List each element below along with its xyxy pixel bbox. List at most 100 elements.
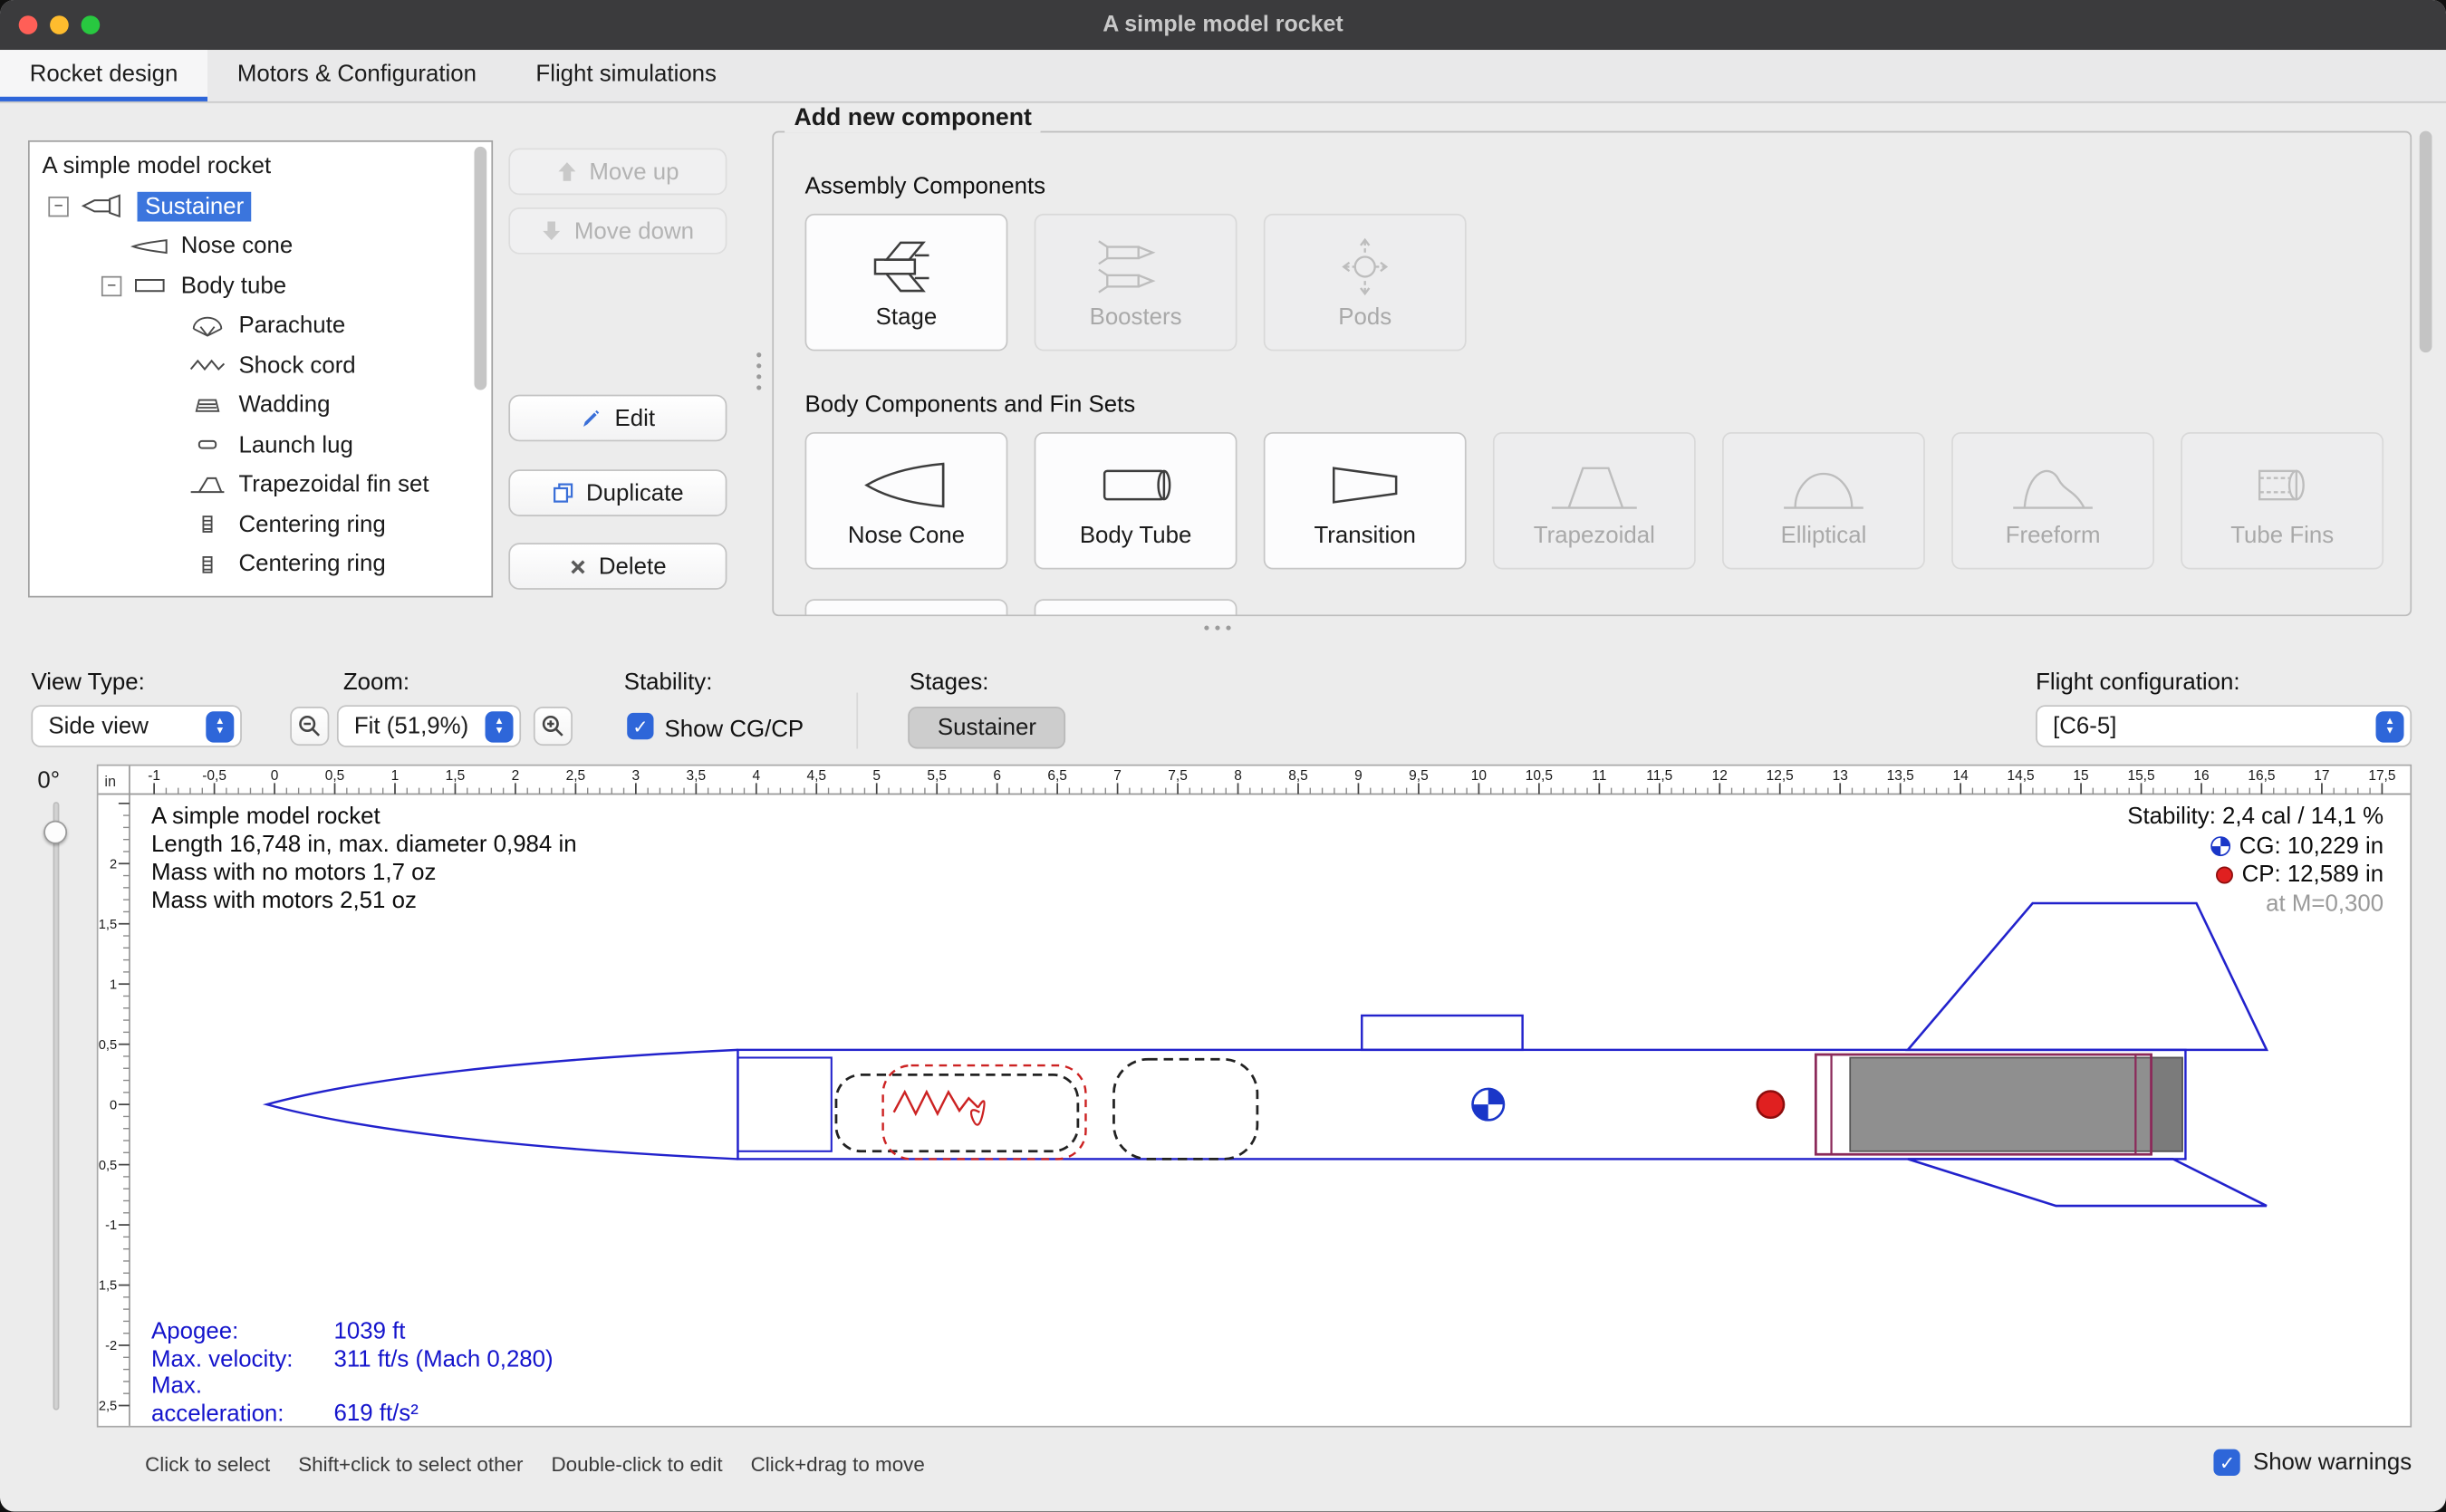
add-freeform-button: Freeform [1951,432,2154,570]
move-up-button: Move up [508,149,727,196]
minimize-button[interactable] [50,15,69,34]
delete-button[interactable]: Delete [508,543,727,590]
launch-lug-outline[interactable] [1362,1016,1522,1050]
add-pods-button: Pods [1264,214,1467,352]
add-nose-cone-button[interactable]: Nose Cone [805,432,1008,570]
rocket-view-canvas[interactable]: in-1-0,500,511,522,533,544,555,566,577,5… [97,765,2412,1428]
tree-scrollbar[interactable] [474,147,486,390]
show-warnings-checkbox[interactable]: ✓ [2214,1449,2240,1476]
motor[interactable] [1850,1057,2182,1151]
view-type-select[interactable]: Side view ▲▼ [31,705,241,746]
shock-cord-coil [971,1101,985,1124]
x-icon [569,558,586,575]
card-row: StageBoostersPods [805,214,1467,352]
duplicate-button[interactable]: Duplicate [508,469,727,516]
rocket-name: A simple model rocket [151,804,577,832]
stage-toggle-sustainer[interactable]: Sustainer [908,707,1066,748]
svg-text:-1,5: -1,5 [98,1279,117,1294]
tree-item-a-simple-model-rocket[interactable]: A simple model rocket [30,147,492,187]
add-body-tube-button[interactable]: Body Tube [1035,432,1237,570]
magnifier-minus-icon [298,715,322,738]
zoom-button[interactable] [82,15,101,34]
show-cgcp-checkbox[interactable]: ✓ [627,713,653,739]
tree-item-sustainer[interactable]: −Sustainer [30,187,492,226]
tab-rocket-design[interactable]: Rocket design [0,50,207,101]
tree-item[interactable]: − [30,584,492,598]
shock-cord-outline[interactable] [883,1065,1086,1159]
svg-text:15,5: 15,5 [2127,768,2154,784]
svg-text:12: 12 [1712,768,1728,784]
show-cgcp-label[interactable]: Show CG/CP [665,716,804,742]
panel-scrollbar[interactable] [2420,131,2432,353]
zoom-select[interactable]: Fit (51,9%) ▲▼ [337,705,521,746]
chevron-up-down-icon[interactable]: ▲▼ [486,711,514,742]
tree-expander-icon[interactable]: − [48,197,68,217]
svg-text:14: 14 [1953,768,1969,784]
stability-text: Stability: 2,4 cal / 14,1 % [2127,804,2383,833]
arrow-down-icon [542,220,562,242]
stages-label: Stages: [910,669,989,696]
hint-double-click-to-edit: Double-click to edit [551,1452,722,1476]
tubefins-icon [2226,453,2338,515]
tree-item-wadding[interactable]: −Wadding [30,385,492,425]
rotation-slider-track [53,802,60,1411]
svg-text:9: 9 [1354,768,1363,784]
tree-item-shock-cord[interactable]: −Shock cord [30,345,492,385]
zoom-in-button[interactable] [534,707,573,746]
tree-item-trapezoidal-fin-set[interactable]: −Trapezoidal fin set [30,465,492,505]
window-title: A simple model rocket [1103,13,1343,38]
pods-icon [1309,235,1421,297]
svg-text:16,5: 16,5 [2248,768,2275,784]
vertical-splitter-grip[interactable] [756,352,761,390]
add-elliptical-button: Elliptical [1722,432,1925,570]
tree-expander-icon[interactable]: − [101,275,121,295]
fin-upper[interactable] [1908,903,2267,1050]
close-button[interactable] [19,15,38,34]
svg-text:10,5: 10,5 [1526,768,1553,784]
tree-item-launch-lug[interactable]: −Launch lug [30,425,492,465]
component-tree[interactable]: A simple model rocket−Sustainer−Nose con… [28,140,493,598]
svg-text:4: 4 [752,768,760,784]
parachute-outline[interactable] [836,1074,1078,1151]
svg-text:in: in [104,774,116,790]
svg-text:8: 8 [1234,768,1242,784]
nose-cone-outline[interactable] [266,1050,737,1160]
tree-item-label: Centering ring [238,551,385,577]
zoom-out-button[interactable] [290,707,329,746]
svg-text:2: 2 [512,768,520,784]
edit-button[interactable]: Edit [508,395,727,442]
cp-text: CP: 12,589 in [2242,862,2384,888]
tree-item-centering-ring[interactable]: −Centering ring [30,544,492,584]
chevron-up-down-icon[interactable]: ▲▼ [206,711,234,742]
add-stage-button[interactable]: Stage [805,214,1008,352]
tree-item-parachute[interactable]: −Parachute [30,306,492,346]
delete-label: Delete [599,553,667,579]
edit-label: Edit [615,405,656,431]
tree-item-centering-ring[interactable]: −Centering ring [30,505,492,544]
wadding-outline[interactable] [1113,1059,1257,1159]
add-transition-button[interactable]: Transition [1264,432,1467,570]
boosters-icon [1080,235,1192,297]
horizontal-splitter-grip[interactable] [1204,625,1230,630]
add-component-panel: Assembly ComponentsStageBoostersPodsBody… [772,131,2412,617]
move-up-label: Move up [589,159,679,185]
card-row-partial [805,599,1237,616]
hint-click-drag-to-move: Click+drag to move [751,1452,925,1476]
tree-item-nose-cone[interactable]: −Nose cone [30,226,492,266]
fin-lower[interactable] [1908,1159,2267,1206]
svg-text:12,5: 12,5 [1767,768,1794,784]
tab-motors-configuration[interactable]: Motors & Configuration [207,50,506,101]
card-label: Elliptical [1781,522,1867,548]
move-down-button: Move down [508,207,727,255]
centering-ring-outline [1815,1055,1831,1154]
flight-config-select[interactable]: [C6-5] ▲▼ [2036,705,2412,746]
tab-flight-simulations[interactable]: Flight simulations [506,50,746,101]
tree-item-body-tube[interactable]: −Body tube [30,266,492,306]
rocket-drawing[interactable] [266,903,2267,1206]
rotation-slider-knob[interactable] [43,821,67,844]
shockcord-icon [186,353,229,379]
chevron-up-down-icon[interactable]: ▲▼ [2376,711,2404,742]
tree-item-label: Shock cord [238,352,355,379]
svg-text:6: 6 [993,768,1001,784]
svg-text:17,5: 17,5 [2368,768,2395,784]
